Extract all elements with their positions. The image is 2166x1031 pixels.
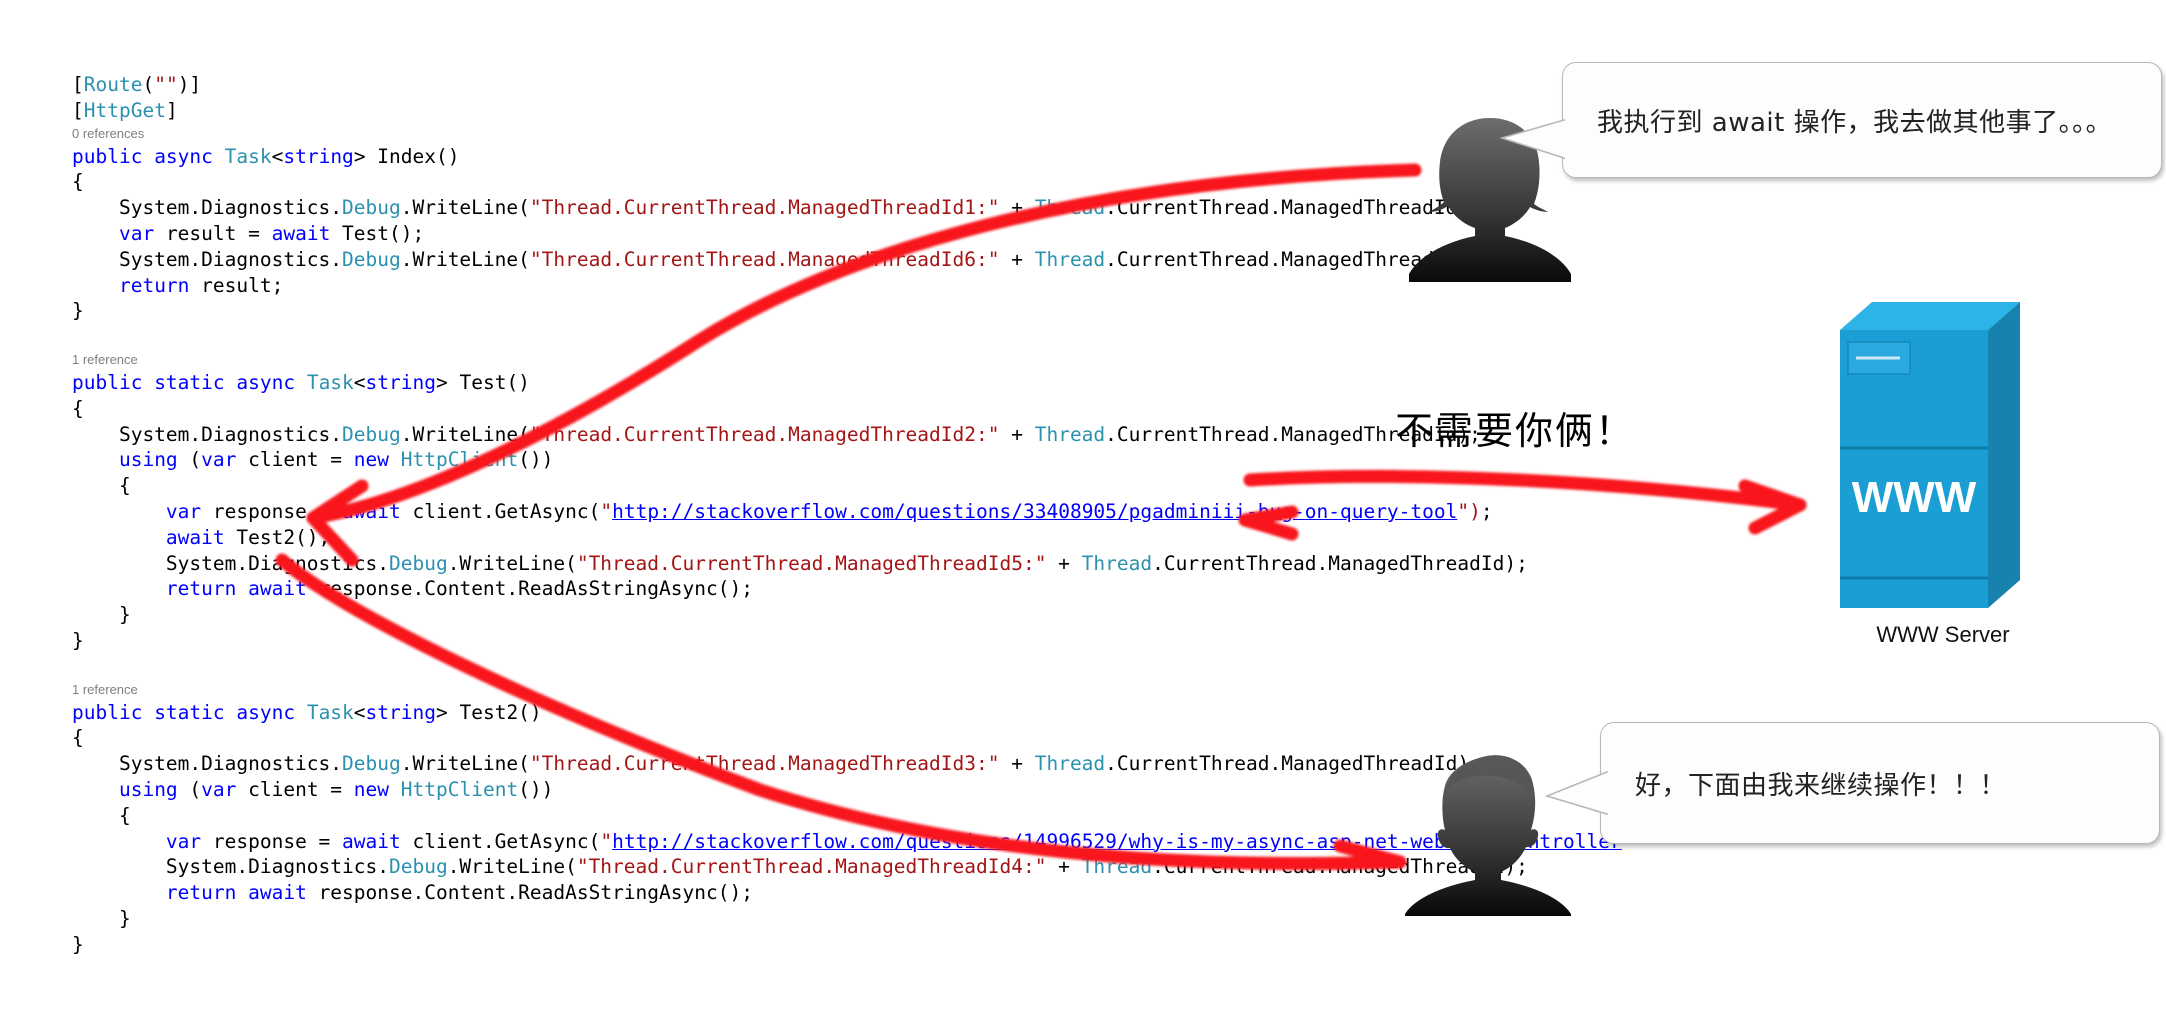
- speech-bubble-bottom-tail: [1544, 770, 1609, 816]
- www-server-graphic: WWW: [1838, 290, 2048, 640]
- center-annotation-text: 不需要你俩！: [1395, 409, 1636, 453]
- speech-bubble-top-text: 我执行到 await 操作，我去做其他事了。。。: [1597, 107, 2113, 138]
- code-line: System.Diagnostics.Debug.WriteLine("Thre…: [72, 551, 1528, 575]
- code-line: using (var client = new HttpClient()): [118, 448, 554, 472]
- code-line: }: [72, 603, 131, 627]
- speech-bubble-top-tail: [1499, 118, 1566, 160]
- code-line: public static async Task<string> Test(): [72, 370, 530, 394]
- code-line: {: [72, 474, 131, 498]
- speech-bubble-bottom: 好，下面由我来继续操作！！！: [1600, 722, 2160, 844]
- code-reference-count: 1 reference: [72, 351, 138, 367]
- code-line: {: [72, 396, 84, 420]
- arrow-to-server-head: [1738, 479, 1807, 535]
- server-icon: WWW: [1840, 302, 2020, 608]
- code-line: public static async Task<string> Test2(): [72, 700, 542, 724]
- code-line: var response = await client.GetAsync("ht…: [165, 499, 1493, 523]
- code-line: }: [72, 628, 84, 652]
- code-line: }: [72, 932, 84, 956]
- speech-bubble-top: 我执行到 await 操作，我去做其他事了。。。: [1562, 62, 2162, 178]
- speech-bubble-bottom-text: 好，下面由我来继续操作！！！: [1635, 770, 2007, 801]
- server-face-label: WWW: [1852, 473, 1977, 522]
- code-line: return await response.Content.ReadAsStri…: [165, 577, 753, 601]
- code-reference-count: 1 reference: [72, 681, 138, 697]
- code-url-link[interactable]: http://stackoverflow.com/questions/33408…: [612, 500, 1457, 523]
- code-panel: [Route("")] [HttpGet] 0 references public a…: [0, 0, 1622, 1031]
- code-line: await Test2();: [165, 525, 331, 549]
- server-caption: WWW Server: [1876, 622, 2010, 647]
- code-line: System.Diagnostics.Debug.WriteLine("Thre…: [72, 422, 1481, 446]
- code-line: [Route("")]: [72, 73, 202, 96]
- code-line: }: [72, 299, 84, 323]
